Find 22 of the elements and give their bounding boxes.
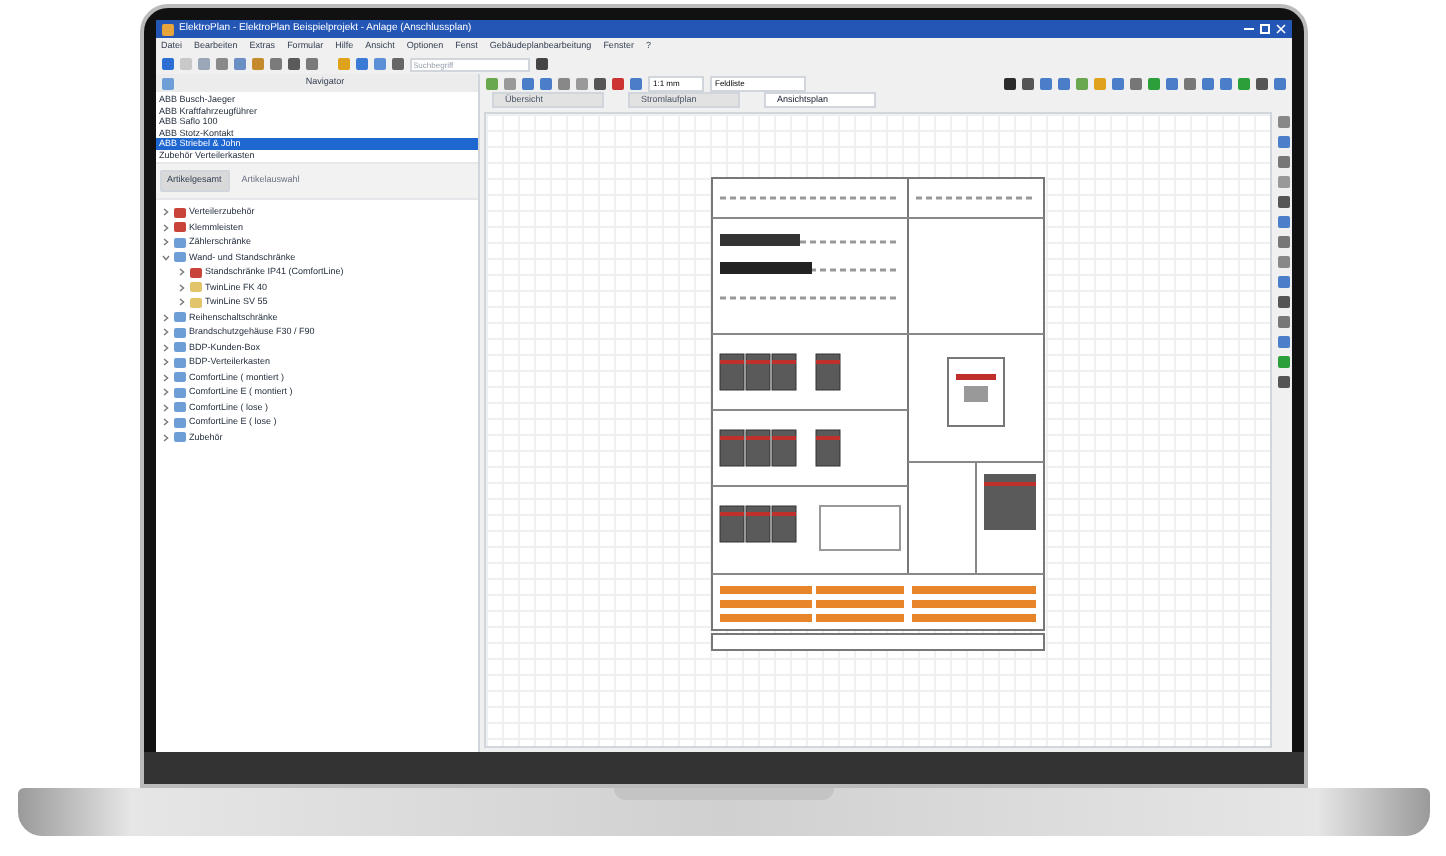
app-icon[interactable] — [161, 23, 173, 35]
maximize-icon[interactable] — [1259, 24, 1269, 34]
chevron-right-icon[interactable] — [177, 283, 185, 292]
minimize-icon[interactable] — [1243, 28, 1253, 30]
chevron-right-icon[interactable] — [161, 388, 169, 397]
chevron-right-icon[interactable] — [161, 223, 169, 232]
close-icon[interactable] — [1275, 24, 1285, 34]
chevron-right-icon[interactable] — [161, 343, 169, 352]
chevron-right-icon[interactable] — [161, 208, 169, 217]
chevron-down-icon[interactable] — [161, 253, 169, 262]
chevron-right-icon[interactable] — [177, 268, 185, 277]
chevron-right-icon[interactable] — [161, 328, 169, 337]
chevron-right-icon[interactable] — [161, 313, 169, 322]
chevron-right-icon[interactable] — [161, 358, 169, 367]
component-icon — [189, 267, 201, 278]
chevron-right-icon[interactable] — [161, 433, 169, 442]
chevron-right-icon[interactable] — [161, 373, 169, 382]
chevron-right-icon[interactable] — [161, 403, 169, 412]
chevron-right-icon[interactable] — [161, 418, 169, 427]
chevron-right-icon[interactable] — [161, 238, 169, 247]
chevron-right-icon[interactable] — [177, 298, 185, 307]
navigator-icon[interactable] — [161, 77, 173, 89]
